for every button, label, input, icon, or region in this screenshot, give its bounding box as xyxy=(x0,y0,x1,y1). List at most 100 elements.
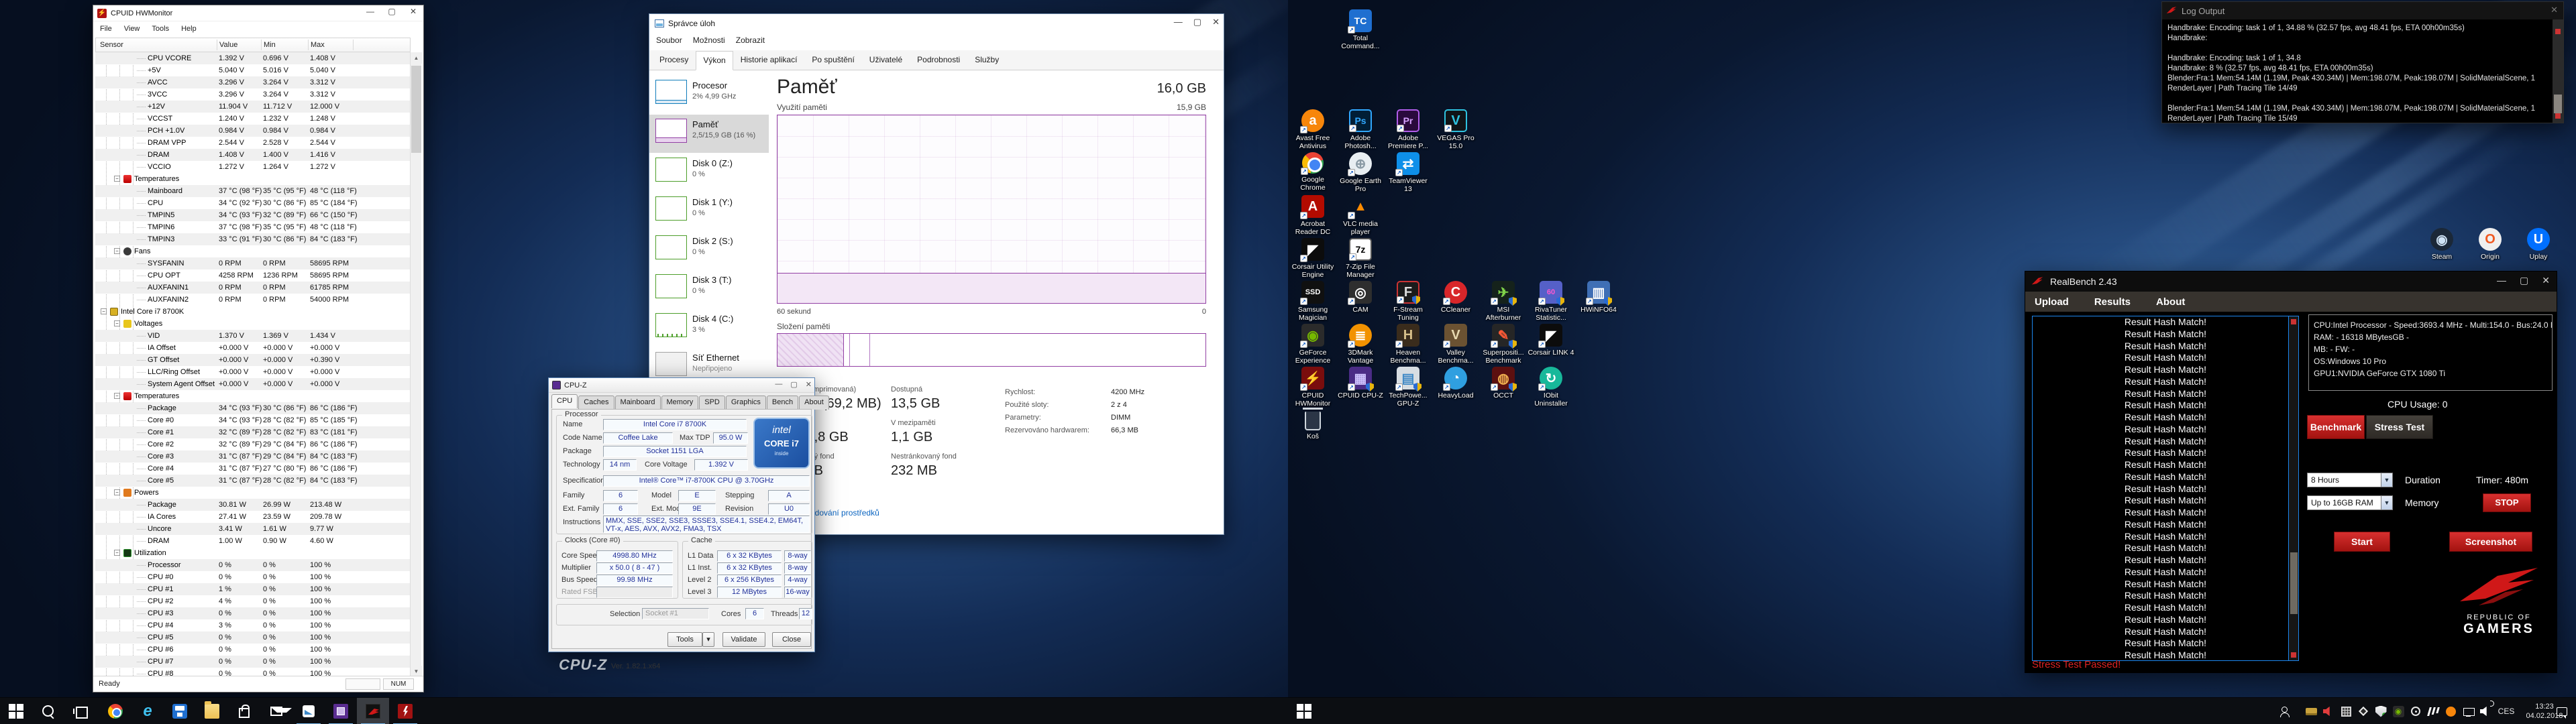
desktop-icon-heaven-benchma-[interactable]: H↗Heaven Benchma... xyxy=(1385,324,1432,365)
desktop-icon-corsair-link-4[interactable]: ◤↗Corsair LINK 4 xyxy=(1527,324,1574,357)
sidebar-item-disk[interactable]: Disk 0 (Z:)0 % xyxy=(649,154,769,192)
tab-procesy[interactable]: Procesy xyxy=(652,50,696,70)
desktop-icon-iobit-uninstaller[interactable]: ↻↗IObit Uninstaller xyxy=(1527,367,1574,408)
desktop-icon-cpuid-cpu-z[interactable]: ▦↗CPUID CPU-Z xyxy=(1337,367,1384,400)
desktop-icon-cam[interactable]: ◎↗CAM xyxy=(1337,281,1384,314)
sensor-row[interactable]: Core #331 °C (87 °F)29 °C (84 °F)84 °C (… xyxy=(95,450,411,463)
scroll-up-icon[interactable]: ▲ xyxy=(411,52,422,64)
collapse-icon[interactable]: − xyxy=(114,248,120,254)
tray-nvidia-icon[interactable]: ◉ xyxy=(2390,698,2407,724)
close-button[interactable]: Close xyxy=(772,632,811,647)
taskbar-button-cpu-z[interactable] xyxy=(325,698,357,724)
sensor-row[interactable]: PCH +1.0V0.984 V0.984 V0.984 V xyxy=(95,125,411,137)
validate-button[interactable]: Validate xyxy=(722,632,765,647)
menu-item-možnosti[interactable]: Možnosti xyxy=(693,36,725,45)
collapse-icon[interactable]: − xyxy=(114,550,120,556)
sensor-row[interactable]: DRAM1.00 W0.90 W4.60 W xyxy=(95,535,411,547)
realbench-titlebar[interactable]: RealBench 2.43 — ▢ ✕ xyxy=(2025,272,2557,292)
desktop-icon-acrobat-reader-dc[interactable]: A↗Acrobat Reader DC xyxy=(1289,195,1336,236)
sensor-row[interactable]: −Temperatures xyxy=(95,173,411,185)
desktop-icon-occt[interactable]: ◍↗OCCT xyxy=(1480,367,1527,400)
sensor-row[interactable]: 3VCC3.296 V3.264 V3.312 V xyxy=(95,88,411,101)
sensor-row[interactable]: CPU #50 %0 %100 % xyxy=(95,631,411,644)
collapse-icon[interactable]: − xyxy=(114,489,120,495)
sensor-row[interactable]: −Voltages xyxy=(95,318,411,330)
desktop-icon-avast-free-antivirus[interactable]: a↗Avast Free Antivirus xyxy=(1289,109,1336,150)
tray-corsair-icon[interactable] xyxy=(2424,698,2442,724)
sensor-row[interactable]: CPU #60 %0 %100 % xyxy=(95,644,411,656)
sensor-row[interactable]: Uncore3.41 W1.61 W9.77 W xyxy=(95,523,411,535)
sensor-row[interactable]: Package30.81 W26.99 W213.48 W xyxy=(95,499,411,511)
sensor-row[interactable]: DRAM VPP2.544 V2.528 V2.544 V xyxy=(95,137,411,149)
tray-keyboard-icon[interactable] xyxy=(2302,698,2320,724)
sensor-row[interactable]: CPU #43 %0 %100 % xyxy=(95,619,411,631)
sensor-row[interactable]: +5V5.040 V5.016 V5.040 V xyxy=(95,64,411,76)
sensor-row[interactable]: CPU #24 %0 %100 % xyxy=(95,595,411,607)
stop-button[interactable]: STOP xyxy=(2483,493,2531,512)
desktop-icon-3dmark-vantage[interactable]: ≣↗3DMark Vantage xyxy=(1337,324,1384,365)
sensor-row[interactable]: GT Offset+0.000 V+0.000 V+0.390 V xyxy=(95,354,411,366)
maximize-icon[interactable]: ▢ xyxy=(1193,17,1201,27)
sensor-row[interactable]: CPU VCORE1.392 V0.696 V1.408 V xyxy=(95,52,411,64)
task-manager-titlebar[interactable]: Správce úloh — ▢ ✕ xyxy=(649,14,1224,33)
hwmonitor-titlebar[interactable]: ⚡ CPUID HWMonitor — ▢ ✕ xyxy=(93,5,423,21)
sensor-row[interactable]: TMPIN534 °C (93 °F)32 °C (89 °F)66 °C (1… xyxy=(95,209,411,221)
desktop-icon-steam[interactable]: ◉Steam xyxy=(2418,228,2465,261)
sensor-row[interactable]: Processor0 %0 %100 % xyxy=(95,559,411,571)
tray-network-icon[interactable] xyxy=(2459,698,2477,724)
desktop-icon-hwinfo64[interactable]: ▥↗HWiNFO64 xyxy=(1575,281,1622,314)
tab-služby[interactable]: Služby xyxy=(967,50,1006,70)
tools-dropdown-icon[interactable]: ▾ xyxy=(702,632,714,647)
sensor-row[interactable]: VCCIO1.272 V1.264 V1.272 V xyxy=(95,161,411,173)
cpuz-titlebar[interactable]: CPU-Z — ▢ ✕ xyxy=(549,378,814,393)
scrollbar-thumb[interactable] xyxy=(2554,95,2562,113)
sensor-row[interactable]: −Intel Core i7 8700K xyxy=(95,306,411,318)
tab-podrobnosti[interactable]: Podrobnosti xyxy=(910,50,967,70)
sidebar-item-disk[interactable]: Disk 2 (S:)0 % xyxy=(649,231,769,269)
tab-bench[interactable]: Bench xyxy=(767,396,798,410)
sensor-row[interactable]: CPU #00 %0 %100 % xyxy=(95,571,411,583)
sensor-row[interactable]: Core #431 °C (87 °F)27 °C (80 °F)86 °C (… xyxy=(95,463,411,475)
language-indicator[interactable]: CES xyxy=(2494,698,2518,724)
sensor-row[interactable]: VCCST1.240 V1.232 V1.248 V xyxy=(95,113,411,125)
start-button[interactable]: Start xyxy=(2334,532,2390,552)
taskbar-button-edge[interactable]: e xyxy=(131,698,164,724)
screenshot-button[interactable]: Screenshot xyxy=(2449,532,2532,552)
results-list[interactable]: Result Hash Match!Result Hash Match!Resu… xyxy=(2032,316,2299,661)
chevron-down-icon[interactable]: ▼ xyxy=(2381,496,2392,509)
maximize-icon[interactable]: ▢ xyxy=(790,380,797,389)
sensor-row[interactable]: CPU #70 %0 %100 % xyxy=(95,656,411,668)
hwmonitor-column-header[interactable]: Sensor Value Min Max xyxy=(95,38,411,52)
sensor-row[interactable]: System Agent Offset+0.000 V+0.000 V+0.00… xyxy=(95,378,411,390)
menu-item-view[interactable]: View xyxy=(124,25,140,33)
collapse-icon[interactable]: − xyxy=(101,308,107,314)
desktop-icon-google-earth-pro[interactable]: ⊕↗Google Earth Pro xyxy=(1337,152,1384,193)
close-icon[interactable]: ✕ xyxy=(406,7,421,16)
desktop-icon-superpositi-benchmark[interactable]: ✎↗Superpositi... Benchmark xyxy=(1480,324,1527,365)
selection-combo[interactable]: Socket #1 xyxy=(642,608,709,619)
duration-select[interactable]: 8 Hours ▼ xyxy=(2307,473,2393,487)
maximize-icon[interactable]: ▢ xyxy=(2520,275,2528,286)
minimize-icon[interactable]: — xyxy=(2497,275,2506,286)
taskbar-button-task-manager[interactable] xyxy=(292,698,325,724)
minimize-icon[interactable]: — xyxy=(1174,17,1183,27)
taskbar-button-store[interactable] xyxy=(228,698,260,724)
tray-rtss-icon[interactable] xyxy=(2337,698,2355,724)
memory-select[interactable]: Up to 16GB RAM ▼ xyxy=(2307,495,2393,510)
menu-item-about[interactable]: About xyxy=(2156,296,2185,308)
sensor-row[interactable]: −Utilization xyxy=(95,547,411,559)
tab-about[interactable]: About xyxy=(799,396,829,410)
scrollbar-thumb[interactable] xyxy=(2290,552,2298,614)
desktop-icon-geforce-experience[interactable]: ◉↗GeForce Experience xyxy=(1289,324,1336,365)
close-icon[interactable]: ✕ xyxy=(2551,5,2558,15)
sensor-tree[interactable]: CPU VCORE1.392 V0.696 V1.408 V+5V5.040 V… xyxy=(95,52,411,677)
collapse-icon[interactable]: − xyxy=(114,393,120,399)
close-icon[interactable]: ✕ xyxy=(806,380,812,389)
desktop-icon-msi-afterburner[interactable]: ✈↗MSI Afterburner xyxy=(1480,281,1527,322)
sidebar-item-cpu[interactable]: Procesor2% 4,99 GHz xyxy=(649,76,769,114)
desktop-icon-vegas-pro-15-0[interactable]: V↗VEGAS Pro 15.0 xyxy=(1432,109,1479,150)
sensor-row[interactable]: CPU #11 %0 %100 % xyxy=(95,583,411,595)
log-scrollbar[interactable] xyxy=(2553,19,2563,123)
tab-cpu[interactable]: CPU xyxy=(551,394,578,408)
hwmonitor-scrollbar[interactable]: ▲ ▼ xyxy=(410,52,421,677)
